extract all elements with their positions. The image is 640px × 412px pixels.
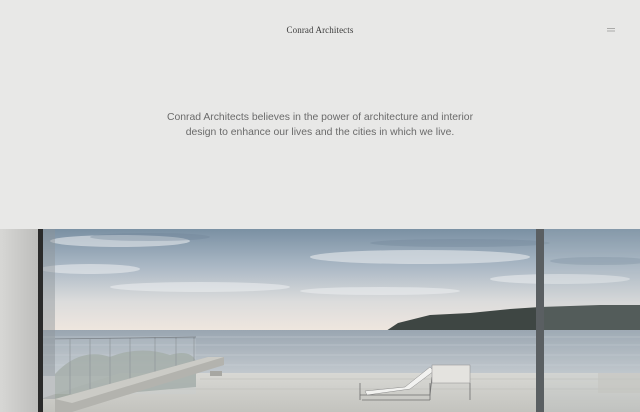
page: Conrad Architects Conrad Architects beli… [0,0,640,412]
site-logo[interactable]: Conrad Architects [0,24,640,36]
hero-image [0,229,640,412]
menu-button[interactable] [605,24,617,36]
mission-statement: Conrad Architects believes in the power … [166,112,474,138]
ocean-terrace-photo [0,229,640,412]
hamburger-icon [607,28,615,32]
site-header: Conrad Architects [0,0,640,60]
